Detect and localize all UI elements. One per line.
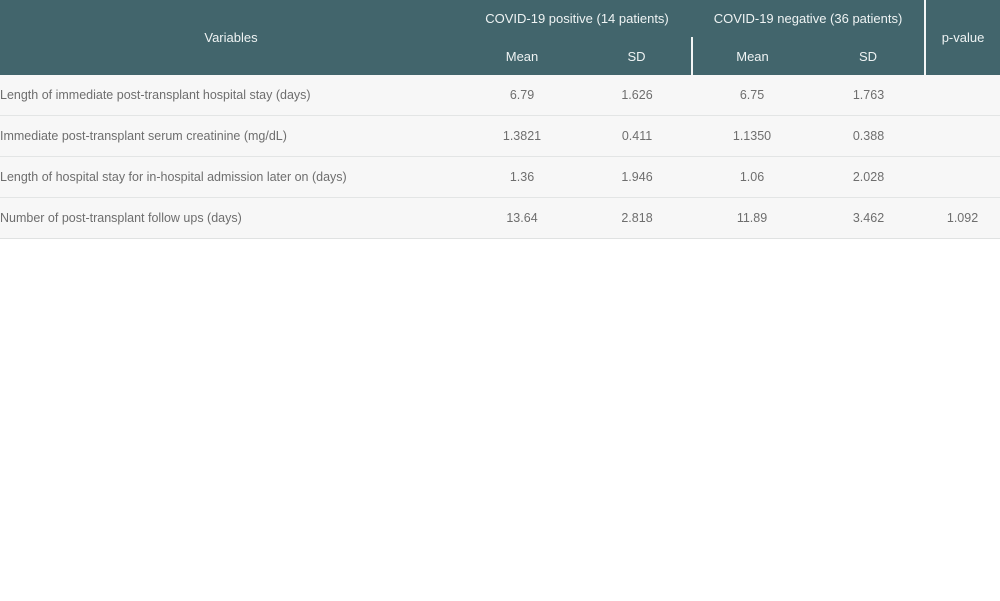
column-header-positive-mean: Mean (462, 37, 582, 75)
cell-positive-mean: 1.36 (462, 156, 582, 198)
cell-negative-mean: 1.06 (692, 156, 812, 198)
cell-negative-mean: 1.1350 (692, 115, 812, 157)
table-body: Length of immediate post-transplant hosp… (0, 75, 1000, 239)
cell-positive-sd: 2.818 (582, 197, 692, 239)
cell-variable: Immediate post-transplant serum creatini… (0, 115, 462, 157)
table-row: Length of immediate post-transplant hosp… (0, 75, 1000, 116)
column-header-negative-mean: Mean (692, 37, 812, 75)
page-whitespace (0, 239, 1000, 601)
cell-positive-mean: 1.3821 (462, 115, 582, 157)
cell-positive-sd: 1.946 (582, 156, 692, 198)
cell-positive-mean: 13.64 (462, 197, 582, 239)
cell-p-value: 1.092 (925, 197, 1000, 239)
table-row: Number of post-transplant follow ups (da… (0, 197, 1000, 239)
table-row: Immediate post-transplant serum creatini… (0, 115, 1000, 157)
column-header-positive-sd: SD (582, 37, 693, 75)
column-header-variables: Variables (0, 0, 462, 75)
cell-p-value (925, 156, 1000, 198)
cell-negative-mean: 11.89 (692, 197, 812, 239)
cell-variable: Number of post-transplant follow ups (da… (0, 197, 462, 239)
cell-negative-sd: 1.763 (812, 75, 926, 116)
table-header: Variables COVID-19 positive (14 patients… (0, 0, 1000, 75)
table-row: Length of hospital stay for in-hospital … (0, 156, 1000, 198)
header-group-row: Variables COVID-19 positive (14 patients… (0, 0, 1000, 75)
cell-p-value (925, 75, 1000, 116)
cell-variable: Length of hospital stay for in-hospital … (0, 156, 462, 198)
cell-negative-sd: 3.462 (812, 197, 926, 239)
column-header-negative-sd: SD (812, 37, 927, 75)
cell-variable: Length of immediate post-transplant hosp… (0, 75, 462, 116)
cell-negative-sd: 0.388 (812, 115, 926, 157)
cell-negative-sd: 2.028 (812, 156, 926, 198)
cell-negative-mean: 6.75 (692, 75, 812, 116)
cell-positive-mean: 6.79 (462, 75, 582, 116)
cell-positive-sd: 0.411 (582, 115, 692, 157)
statistics-table: Variables COVID-19 positive (14 patients… (0, 0, 1000, 239)
cell-p-value (925, 115, 1000, 157)
cell-positive-sd: 1.626 (582, 75, 692, 116)
column-group-header-covid-positive: COVID-19 positive (14 patients) (462, 0, 692, 37)
column-group-header-covid-negative: COVID-19 negative (36 patients) (692, 0, 927, 37)
column-header-p-value: p-value (925, 0, 1000, 75)
